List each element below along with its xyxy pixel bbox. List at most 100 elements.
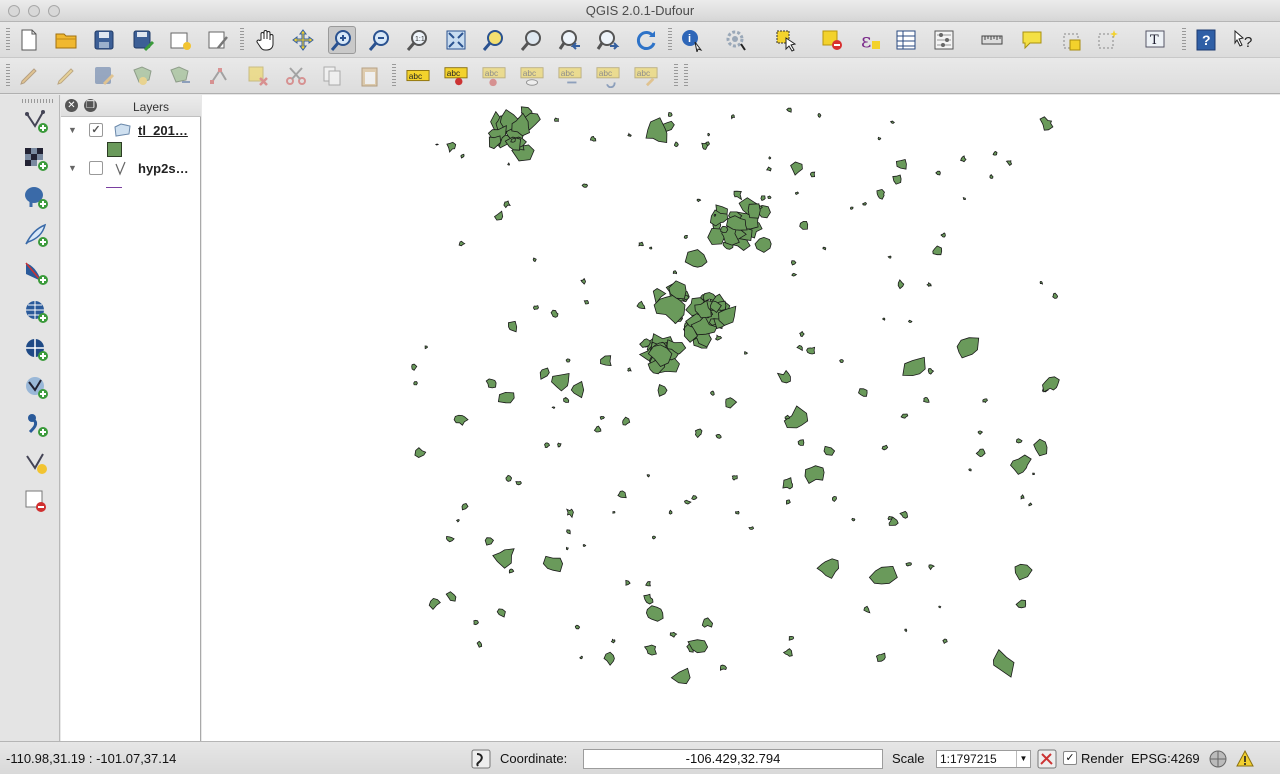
map-polygon — [638, 241, 644, 247]
chevron-down-icon[interactable]: ▼ — [1016, 751, 1030, 767]
new-bookmark-icon[interactable] — [1058, 26, 1086, 54]
zoom-to-layer-icon[interactable] — [518, 26, 546, 54]
save-as-icon[interactable] — [129, 26, 157, 54]
map-polygon — [413, 381, 418, 386]
measure-icon[interactable] — [978, 26, 1006, 54]
map-polygon — [799, 221, 809, 230]
cut-features-icon[interactable] — [282, 62, 310, 90]
attribute-table-icon[interactable] — [892, 26, 920, 54]
render-checkbox[interactable]: ✓ — [1063, 751, 1077, 765]
zoom-next-icon[interactable] — [594, 26, 622, 54]
map-polygon — [935, 170, 941, 176]
statistics-icon[interactable] — [930, 26, 958, 54]
map-polygon — [839, 359, 844, 364]
expression-icon[interactable]: ε — [856, 26, 884, 54]
map-polygon — [622, 416, 631, 426]
add-raster-layer-icon[interactable] — [22, 145, 50, 173]
label-change-icon[interactable]: abc — [632, 62, 660, 90]
map-tips-icon[interactable] — [1018, 26, 1046, 54]
select-icon[interactable] — [772, 26, 800, 54]
map-polygon — [788, 635, 795, 641]
text-annotation-icon[interactable]: T — [1142, 26, 1170, 54]
map-canvas[interactable] — [202, 95, 1280, 741]
label-show-hide-icon[interactable]: abc — [518, 62, 546, 90]
add-feature-icon[interactable] — [129, 62, 157, 90]
toggle-extents-icon[interactable] — [471, 749, 491, 769]
new-shapefile-icon[interactable] — [22, 449, 50, 477]
crs-globe-icon[interactable] — [1208, 749, 1228, 769]
open-project-icon[interactable] — [52, 26, 80, 54]
deselect-icon[interactable] — [818, 26, 846, 54]
paste-features-icon[interactable] — [356, 62, 384, 90]
composer-manager-icon[interactable] — [204, 26, 232, 54]
help-icon[interactable]: ? — [1192, 26, 1220, 54]
map-polygon — [806, 346, 816, 355]
run-action-icon[interactable] — [722, 26, 750, 54]
map-polygon — [899, 510, 909, 519]
toolbar-grip[interactable] — [668, 28, 672, 52]
new-print-composer-icon[interactable] — [166, 26, 194, 54]
zoom-actual-icon[interactable]: 1:1 — [404, 26, 432, 54]
add-vector-layer-icon[interactable] — [22, 107, 50, 135]
delete-selected-icon[interactable] — [244, 62, 272, 90]
scale-combo[interactable]: 1:1797215 ▼ — [936, 750, 1031, 768]
map-polygon — [786, 107, 792, 113]
add-wms-layer-icon[interactable] — [22, 297, 50, 325]
layer-visibility-checkbox[interactable]: ✓ — [89, 123, 103, 137]
layer-item[interactable]: ▼ ✓ tl_201… — [61, 121, 201, 141]
toggle-editing-icon[interactable] — [52, 62, 80, 90]
whats-this-icon[interactable]: ? — [1230, 26, 1258, 54]
label-pin-icon[interactable]: abc — [442, 62, 470, 90]
new-project-icon[interactable] — [15, 26, 43, 54]
toolbar-grip[interactable] — [392, 64, 396, 88]
zoom-in-icon[interactable] — [328, 26, 356, 54]
identify-icon[interactable]: i — [678, 26, 706, 54]
layer-visibility-checkbox[interactable] — [89, 161, 103, 175]
toolbar-grip[interactable] — [674, 64, 678, 88]
layers-panel-title: Layers — [132, 100, 170, 114]
stop-render-icon[interactable] — [1037, 749, 1057, 769]
map-polygon — [627, 132, 632, 137]
add-mssql-layer-icon[interactable] — [22, 259, 50, 287]
pan-to-selection-icon[interactable] — [289, 26, 317, 54]
coordinate-field[interactable]: -106.429,32.794 — [583, 749, 883, 769]
label-highlight-icon[interactable]: abc — [480, 62, 508, 90]
node-tool-icon[interactable] — [206, 62, 234, 90]
add-wcs-layer-icon[interactable] — [22, 335, 50, 363]
layer-item[interactable]: ▼ hyp2s… — [61, 159, 201, 179]
move-feature-icon[interactable] — [166, 62, 194, 90]
toolbar-grip[interactable] — [240, 28, 244, 52]
pan-icon[interactable] — [252, 26, 280, 54]
toolbar-grip[interactable] — [22, 99, 54, 103]
add-postgis-layer-icon[interactable] — [22, 183, 50, 211]
label-icon[interactable]: abc — [404, 62, 432, 90]
zoom-last-icon[interactable] — [556, 26, 584, 54]
refresh-icon[interactable] — [632, 26, 660, 54]
show-bookmarks-icon[interactable] — [1094, 26, 1122, 54]
toolbar-grip[interactable] — [1182, 28, 1186, 52]
remove-layer-icon[interactable] — [22, 487, 50, 515]
warning-icon[interactable] — [1235, 749, 1255, 769]
copy-features-icon[interactable] — [318, 62, 346, 90]
zoom-full-icon[interactable] — [442, 26, 470, 54]
add-spatialite-layer-icon[interactable] — [22, 221, 50, 249]
map-polygon — [550, 309, 559, 318]
expand-triangle-icon[interactable]: ▼ — [68, 163, 77, 173]
toolbar-grip[interactable] — [6, 28, 10, 52]
save-edits-icon[interactable] — [90, 62, 118, 90]
add-wfs-layer-icon[interactable] — [22, 373, 50, 401]
toolbar-grip[interactable] — [6, 64, 10, 88]
crs-status[interactable]: EPSG:4269 — [1131, 751, 1200, 766]
zoom-out-icon[interactable] — [366, 26, 394, 54]
label-move-icon[interactable]: abc — [556, 62, 584, 90]
layer-line-symbol[interactable] — [106, 187, 122, 188]
toolbar-grip[interactable] — [684, 64, 688, 88]
current-edits-icon[interactable] — [15, 62, 43, 90]
layer-symbol-swatch[interactable] — [107, 142, 122, 157]
label-rotate-icon[interactable]: abc — [594, 62, 622, 90]
save-project-icon[interactable] — [90, 26, 118, 54]
add-delimited-text-icon[interactable] — [22, 411, 50, 439]
expand-triangle-icon[interactable]: ▼ — [68, 125, 77, 135]
map-polygon — [610, 638, 616, 644]
zoom-to-selection-icon[interactable] — [480, 26, 508, 54]
